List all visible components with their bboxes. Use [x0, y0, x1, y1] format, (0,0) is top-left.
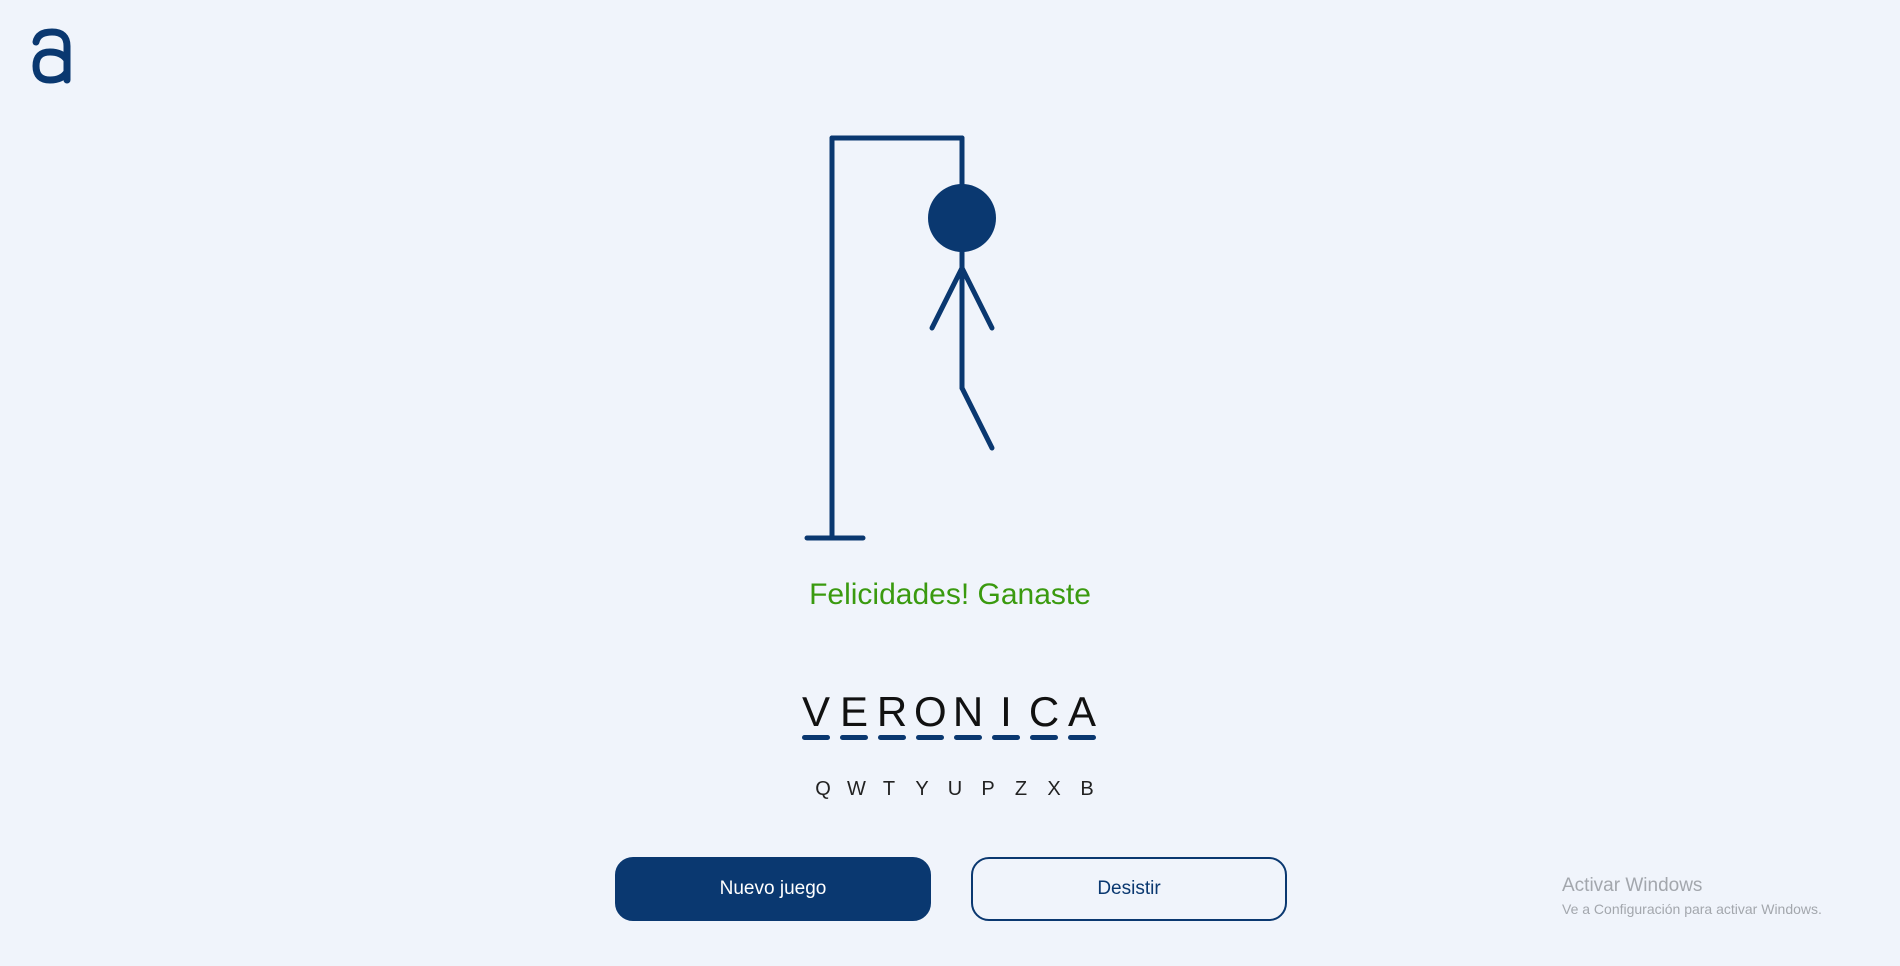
game-status-message: Felicidades! Ganaste: [809, 578, 1091, 611]
letter-slot: R: [876, 690, 908, 740]
new-game-button[interactable]: Nuevo juego: [615, 857, 931, 921]
wrong-letters-list: Q W T Y U P Z X B: [814, 778, 1096, 801]
wrong-letter: W: [847, 778, 866, 800]
letter-slot: E: [838, 690, 870, 740]
letter-underline: [1030, 735, 1058, 740]
letter-slot: C: [1028, 690, 1060, 740]
wrong-letter: P: [981, 778, 995, 800]
letter-underline: [992, 735, 1020, 740]
letter-a-logo-icon[interactable]: [30, 28, 74, 90]
word-letter: N: [952, 688, 984, 735]
word-letter: V: [801, 688, 830, 735]
letter-underline: [802, 735, 830, 740]
word-letter: R: [876, 688, 908, 735]
wrong-letter: U: [947, 778, 963, 800]
word-display: V E R O N I C A: [800, 690, 1100, 740]
word-letter: E: [839, 688, 868, 735]
watermark-title: Activar Windows: [1562, 875, 1703, 896]
letter-slot: N: [952, 690, 984, 740]
hangman-right-leg: [959, 385, 995, 451]
hangman-drawing: [804, 135, 996, 541]
hangman-page: Felicidades! Ganaste V E R O N I C A Q W…: [0, 0, 1900, 966]
word-letter: C: [1028, 688, 1060, 735]
hangman-right-arm: [959, 265, 995, 331]
letter-slot: A: [1066, 690, 1098, 740]
letter-underline: [1068, 735, 1096, 740]
windows-activation-watermark: Activar Windows Ve a Configuración para …: [1562, 875, 1822, 917]
letter-slot: V: [800, 690, 832, 740]
wrong-letter: Q: [815, 778, 831, 800]
letter-slot: I: [990, 690, 1022, 740]
wrong-letter: B: [1080, 778, 1094, 800]
letter-slot: O: [914, 688, 947, 740]
wrong-letter: Y: [915, 778, 929, 800]
wrong-letter: X: [1047, 778, 1061, 800]
word-letter: O: [914, 688, 947, 735]
word-letter: I: [1000, 688, 1012, 735]
wrong-letter: Z: [1014, 778, 1028, 800]
give-up-button[interactable]: Desistir: [971, 857, 1287, 921]
wrong-letter: T: [882, 778, 896, 800]
letter-underline: [954, 735, 982, 740]
hangman-head: [928, 184, 996, 252]
letter-underline: [916, 735, 944, 740]
watermark-subtitle: Ve a Configuración para activar Windows.: [1562, 901, 1822, 917]
word-letter: A: [1067, 688, 1096, 735]
letter-underline: [878, 735, 906, 740]
hangman-left-arm: [929, 265, 965, 331]
letter-underline: [840, 735, 868, 740]
